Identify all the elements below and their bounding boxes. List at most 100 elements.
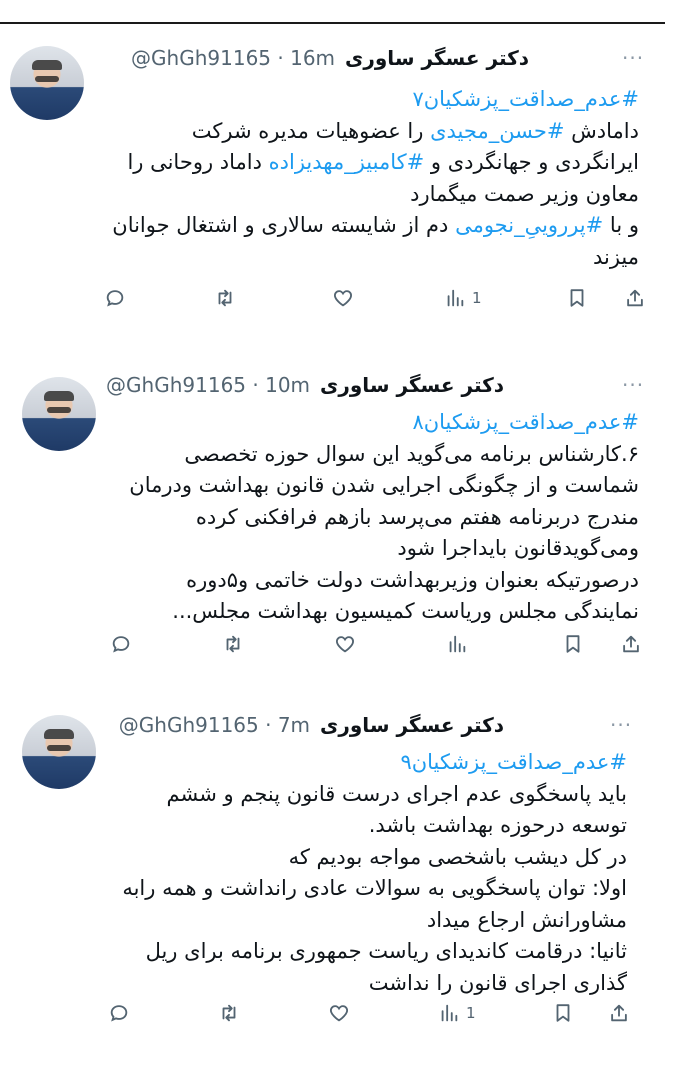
- views-count: 1: [466, 1004, 476, 1022]
- tweet-text-line: باید پاسخگوی عدم اجرای درست قانون پنجم و…: [37, 779, 627, 811]
- text-segment: گذاری اجرای قانون را نداشت: [368, 970, 627, 995]
- tweet[interactable]: دکتر عسگر ساوری @GhGh91165 · 10m ··· #عدم_ص…: [0, 365, 679, 695]
- tweet-text-line: در کل دیشب باشخصی مواجه بودیم که: [37, 842, 627, 874]
- action-bar: [0, 630, 679, 658]
- share-button[interactable]: [620, 633, 642, 655]
- tweet[interactable]: دکتر عسگر ساوری @GhGh91165 · 7m ··· #عدم_صد…: [0, 703, 679, 1033]
- text-segment: مشاورانش ارجاع میداد: [426, 907, 627, 932]
- text-segment: باید پاسخگوی عدم اجرای درست قانون پنجم و…: [166, 781, 627, 806]
- text-segment: مندرج دربرنامه هفتم می‌پرسد بازهم فرافکن…: [195, 504, 639, 529]
- text-segment: ۶.کارشناس برنامه می‌گوید این سوال حوزه ت…: [184, 441, 639, 466]
- tweet-header: دکتر عسگر ساوری @GhGh91165 · 10m: [106, 373, 504, 397]
- bookmark-button[interactable]: [562, 633, 584, 655]
- hashtag-link[interactable]: #عدم_صداقت_پزشکیان۸: [412, 410, 639, 434]
- hashtag-link[interactable]: #عدم_صداقت_پزشکیان۷: [412, 87, 639, 111]
- tweet-text-line: شماست و از چگونگی اجرایی شدن قانون بهداش…: [39, 470, 639, 502]
- views-icon: [438, 1002, 460, 1024]
- retweet-icon: [218, 1002, 240, 1024]
- tweet[interactable]: دکتر عسگر ساوری @GhGh91165 · 16m ··· #عدم_ص…: [0, 40, 679, 370]
- views-icon: [446, 633, 468, 655]
- views-icon: [444, 287, 466, 309]
- more-options-icon[interactable]: ···: [622, 373, 644, 397]
- tweet-text-line: دامادش #حسن_مجیدی را عضوهیات مدیره شرکت: [39, 116, 639, 148]
- more-options-icon[interactable]: ···: [622, 46, 644, 70]
- tweet-text-line: نمایندگی مجلس وریاست کمیسیون بهداشت مجلس…: [39, 596, 639, 628]
- bookmark-button[interactable]: [552, 1002, 574, 1024]
- reply-icon: [108, 1002, 130, 1024]
- reply-button[interactable]: [110, 633, 132, 655]
- tweet-text-line: مندرج دربرنامه هفتم می‌پرسد بازهم فرافکن…: [39, 502, 639, 534]
- text-segment: را عضوهیات مدیره شرکت: [191, 118, 431, 143]
- tweet-text-line: مشاورانش ارجاع میداد: [37, 905, 627, 937]
- share-icon: [624, 287, 646, 309]
- hashtag-link[interactable]: #کامبیز_مهدیزاده: [269, 150, 425, 174]
- author-handle-time[interactable]: @GhGh91165 · 16m: [131, 46, 335, 70]
- hashtag-link[interactable]: #حسن_مجیدی: [430, 119, 564, 143]
- retweet-icon: [214, 287, 236, 309]
- tweet-text-line: ومی‌گویدقانون بایداجرا شود: [39, 533, 639, 565]
- reply-button[interactable]: [104, 287, 126, 309]
- text-segment: اولا: توان پاسخگویی به سوالات عادی راندا…: [122, 876, 627, 900]
- action-bar: 1: [0, 999, 679, 1027]
- like-button[interactable]: [334, 633, 356, 655]
- top-divider: [0, 22, 665, 24]
- retweet-button[interactable]: [222, 633, 244, 655]
- reply-button[interactable]: [108, 1002, 130, 1024]
- tweet-text: #عدم_صداقت_پزشکیان۸ ۶.کارشناس برنامه می‌گ…: [39, 407, 639, 628]
- tweet-text-line: توسعه درحوزه بهداشت باشد.: [37, 810, 627, 842]
- text-segment: و با: [603, 213, 639, 237]
- bookmark-button[interactable]: [566, 287, 588, 309]
- retweet-icon: [222, 633, 244, 655]
- text-segment: توسعه درحوزه بهداشت باشد.: [368, 813, 627, 837]
- share-icon: [620, 633, 642, 655]
- views-count: 1: [472, 289, 482, 307]
- tweet-text-line: اولا: توان پاسخگویی به سوالات عادی راندا…: [37, 873, 627, 905]
- reply-icon: [104, 287, 126, 309]
- tweet-text-line: #عدم_صداقت_پزشکیان۷: [39, 84, 639, 116]
- share-button[interactable]: [624, 287, 646, 309]
- tweet-text-line: ۶.کارشناس برنامه می‌گوید این سوال حوزه ت…: [39, 439, 639, 471]
- like-button[interactable]: [328, 1002, 350, 1024]
- author-name[interactable]: دکتر عسگر ساوری: [320, 713, 504, 737]
- like-icon: [334, 633, 356, 655]
- text-segment: درصورتیکه بعنوان وزیربهداشت دولت خاتمی و…: [186, 567, 639, 592]
- tweet-text: #عدم_صداقت_پزشکیان۷ دامادش #حسن_مجیدی را …: [39, 84, 639, 273]
- bookmark-icon: [562, 633, 584, 655]
- tweet-header: دکتر عسگر ساوری @GhGh91165 · 16m: [131, 46, 529, 70]
- bookmark-icon: [552, 1002, 574, 1024]
- tweet-text-line: #عدم_صداقت_پزشکیان۸: [39, 407, 639, 439]
- retweet-button[interactable]: [218, 1002, 240, 1024]
- like-icon: [328, 1002, 350, 1024]
- views-button[interactable]: [446, 633, 468, 655]
- tweet-text-line: درصورتیکه بعنوان وزیربهداشت دولت خاتمی و…: [39, 565, 639, 597]
- tweet-text-line: ثانیا: درقامت کاندیدای ریاست جمهوری برنا…: [37, 936, 627, 968]
- text-segment: داماد روحانی را: [127, 150, 269, 174]
- tweet-text-line: میزند: [39, 242, 639, 274]
- text-segment: نمایندگی مجلس وریاست کمیسیون بهداشت مجلس…: [172, 599, 639, 623]
- bookmark-icon: [566, 287, 588, 309]
- text-segment: میزند: [592, 244, 639, 269]
- text-segment: ومی‌گویدقانون بایداجرا شود: [397, 536, 639, 560]
- tweet-text-line: معاون وزیر صمت میگمارد: [39, 179, 639, 211]
- text-segment: شماست و از چگونگی اجرایی شدن قانون بهداش…: [129, 473, 639, 497]
- hashtag-link[interactable]: #پرروییِ_نجومی: [455, 213, 603, 237]
- views-button[interactable]: 1: [444, 287, 482, 309]
- action-bar: 1: [0, 284, 679, 312]
- tweet-text-line: گذاری اجرای قانون را نداشت: [37, 968, 627, 1000]
- more-options-icon[interactable]: ···: [610, 713, 632, 737]
- author-handle-time[interactable]: @GhGh91165 · 10m: [106, 373, 310, 397]
- text-segment: در کل دیشب باشخصی مواجه بودیم که: [288, 844, 627, 869]
- tweet-text-line: ایرانگردی و جهانگردی و #کامبیز_مهدیزاده …: [39, 147, 639, 179]
- reply-icon: [110, 633, 132, 655]
- hashtag-link[interactable]: #عدم_صداقت_پزشکیان۹: [400, 750, 627, 774]
- share-button[interactable]: [608, 1002, 630, 1024]
- author-name[interactable]: دکتر عسگر ساوری: [320, 373, 504, 397]
- retweet-button[interactable]: [214, 287, 236, 309]
- like-button[interactable]: [332, 287, 354, 309]
- views-button[interactable]: 1: [438, 1002, 476, 1024]
- text-segment: دم از شایسته سالاری و اشتغال جوانان: [112, 213, 456, 237]
- like-icon: [332, 287, 354, 309]
- author-handle-time[interactable]: @GhGh91165 · 7m: [119, 713, 310, 737]
- text-segment: ایرانگردی و جهانگردی و: [424, 150, 639, 174]
- author-name[interactable]: دکتر عسگر ساوری: [345, 46, 529, 70]
